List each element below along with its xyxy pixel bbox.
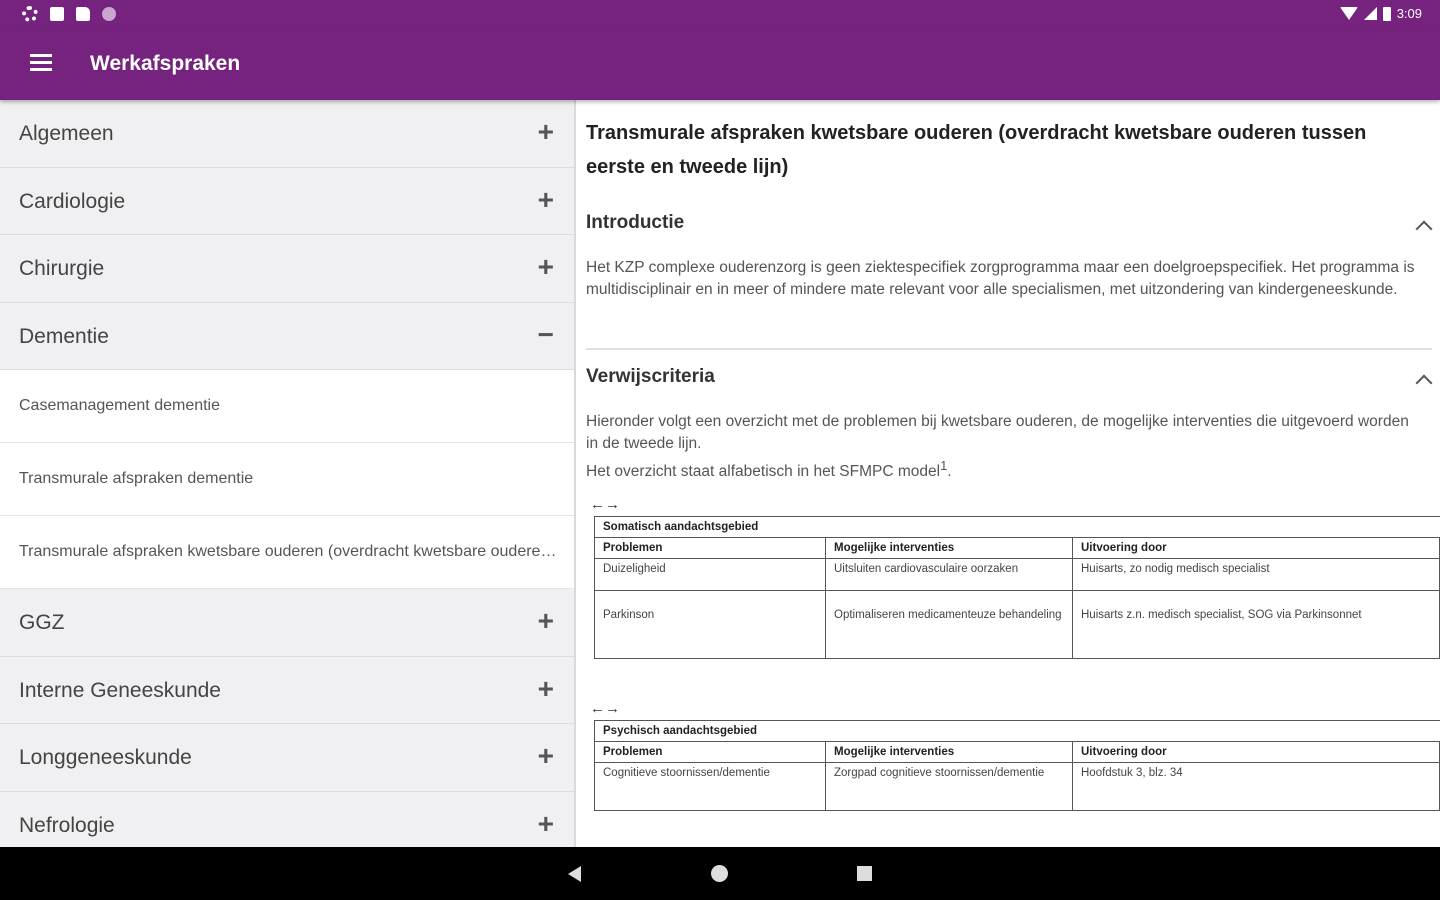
table-cell: Zorgpad cognitieve stoornissen/dementie (825, 762, 1073, 811)
table-header-cell: Problemen (594, 537, 826, 559)
table-cell: Optimaliseren medicamenteuze behandeling (825, 590, 1073, 659)
expand-plus-icon[interactable]: + (538, 118, 554, 146)
status-bar: 3:09 (0, 0, 1440, 30)
category-label: Nefrologie (19, 813, 115, 837)
table-header-cell: Problemen (594, 741, 826, 763)
settings-notification-icon (22, 6, 38, 22)
intro-text: Het KZP complexe ouderenzorg is geen zie… (586, 259, 1415, 298)
app-title: Werkafspraken (90, 52, 241, 75)
battery-icon (1382, 6, 1391, 21)
clock: 3:09 (1396, 6, 1422, 21)
criteria-text: Hieronder volgt een overzicht met de pro… (586, 413, 1409, 481)
notification-icons (22, 6, 116, 22)
criteria-line-2: Het overzicht staat alfabetisch in het S… (586, 463, 941, 481)
horizontal-scroll-arrows-icon[interactable]: ←→ (590, 496, 620, 513)
sd-card-icon (76, 7, 90, 21)
table-header-cell: Mogelijke interventies (825, 537, 1073, 559)
collapse-minus-icon[interactable]: − (538, 320, 554, 349)
table-row: Parkinson Optimaliseren medicamenteuze b… (594, 590, 1440, 659)
category-label: Algemeen (19, 122, 114, 145)
subitem-transmurale-afspraken-dementie[interactable]: Transmurale afspraken dementie (0, 443, 574, 516)
category-interne-geneeskunde[interactable]: Interne Geneeskunde + (0, 657, 574, 724)
category-cardiologie[interactable]: Cardiologie + (0, 168, 574, 235)
screenshot-notification-icon (50, 7, 64, 21)
category-algemeen[interactable]: Algemeen + (0, 100, 574, 168)
back-icon[interactable] (568, 866, 581, 882)
subitem-label: Casemanagement dementie (19, 397, 221, 414)
subitem-label: Transmurale afspraken dementie (19, 470, 254, 487)
category-sidebar[interactable]: Algemeen + Cardiologie + Chirurgie + Dem… (0, 100, 576, 847)
table-cell: Parkinson (594, 590, 826, 659)
table-header-cell: Uitvoering door (1072, 537, 1440, 559)
expand-plus-icon[interactable]: + (538, 607, 554, 635)
table-cell: Hoofdstuk 3, blz. 34 (1072, 762, 1440, 811)
subitem-transmurale-afspraken-kwetsbare-ouderen[interactable]: Transmurale afspraken kwetsbare ouderen … (0, 516, 574, 589)
table-cell: Duizeligheid (594, 558, 826, 591)
hamburger-menu-icon[interactable] (30, 54, 52, 72)
expand-plus-icon[interactable]: + (538, 674, 554, 703)
table-row: Duizeligheid Uitsluiten cardiovasculaire… (594, 558, 1440, 591)
chevron-up-icon[interactable] (1415, 220, 1433, 238)
system-icons: 3:09 (1339, 6, 1422, 21)
category-label: Cardiologie (19, 189, 126, 213)
table-cell: Uitsluiten cardiovasculaire oorzaken (825, 558, 1073, 591)
table-cell: Huisarts z.n. medisch specialist, SOG vi… (1072, 590, 1440, 659)
table-cell: Cognitieve stoornissen/dementie (594, 762, 826, 811)
signal-icon (1363, 7, 1377, 20)
expand-plus-icon[interactable]: + (538, 809, 554, 838)
document-title: Transmurale afspraken kwetsbare ouderen … (586, 122, 1367, 178)
document-panel[interactable]: Transmurale afspraken kwetsbare ouderen … (578, 100, 1440, 847)
sync-notification-icon (102, 7, 116, 21)
table-area-title: Somatisch aandachtsgebied (594, 516, 1440, 538)
table-row: Cognitieve stoornissen/dementie Zorgpad … (594, 762, 1440, 811)
subitem-label: Transmurale afspraken kwetsbare ouderen … (19, 543, 559, 560)
expand-plus-icon[interactable]: + (538, 185, 554, 214)
section-divider (586, 348, 1432, 350)
wifi-icon (1339, 7, 1358, 20)
category-chirurgie[interactable]: Chirurgie + (0, 235, 574, 303)
table-header-cell: Uitvoering door (1072, 741, 1440, 763)
horizontal-scroll-arrows-icon[interactable]: ←→ (590, 700, 620, 717)
table-area-title: Psychisch aandachtsgebied (594, 720, 1440, 742)
criteria-line-1: Hieronder volgt een overzicht met de pro… (586, 413, 1409, 452)
somatic-table: Somatisch aandachtsgebied Problemen Moge… (594, 516, 1440, 659)
category-label: Longgeneeskunde (19, 746, 192, 769)
footnote-marker: 1 (940, 458, 948, 473)
table-cell: Huisarts, zo nodig medisch specialist (1072, 558, 1440, 591)
system-navigation-bar (0, 847, 1440, 900)
chevron-up-icon[interactable] (1415, 374, 1433, 392)
section-heading-verwijscriteria[interactable]: Verwijscriteria (586, 366, 715, 388)
category-label: Interne Geneeskunde (19, 678, 221, 702)
app-bar: Werkafspraken (0, 30, 1440, 100)
category-label: GGZ (19, 611, 65, 634)
expand-plus-icon[interactable]: + (538, 253, 554, 281)
category-ggz[interactable]: GGZ + (0, 589, 574, 657)
recent-apps-icon[interactable] (857, 866, 872, 881)
category-label: Dementie (19, 324, 109, 348)
category-longgeneeskunde[interactable]: Longgeneeskunde + (0, 724, 574, 792)
psychic-table: Psychisch aandachtsgebied Problemen Moge… (594, 720, 1440, 811)
expand-plus-icon[interactable]: + (538, 742, 554, 770)
category-label: Chirurgie (19, 257, 105, 280)
category-dementie[interactable]: Dementie − (0, 303, 574, 370)
table-header-cell: Mogelijke interventies (825, 741, 1073, 763)
section-heading-introductie[interactable]: Introductie (586, 212, 684, 234)
category-nefrologie[interactable]: Nefrologie + (0, 792, 574, 848)
subitem-casemanagement-dementie[interactable]: Casemanagement dementie (0, 370, 574, 443)
home-icon[interactable] (711, 865, 728, 882)
